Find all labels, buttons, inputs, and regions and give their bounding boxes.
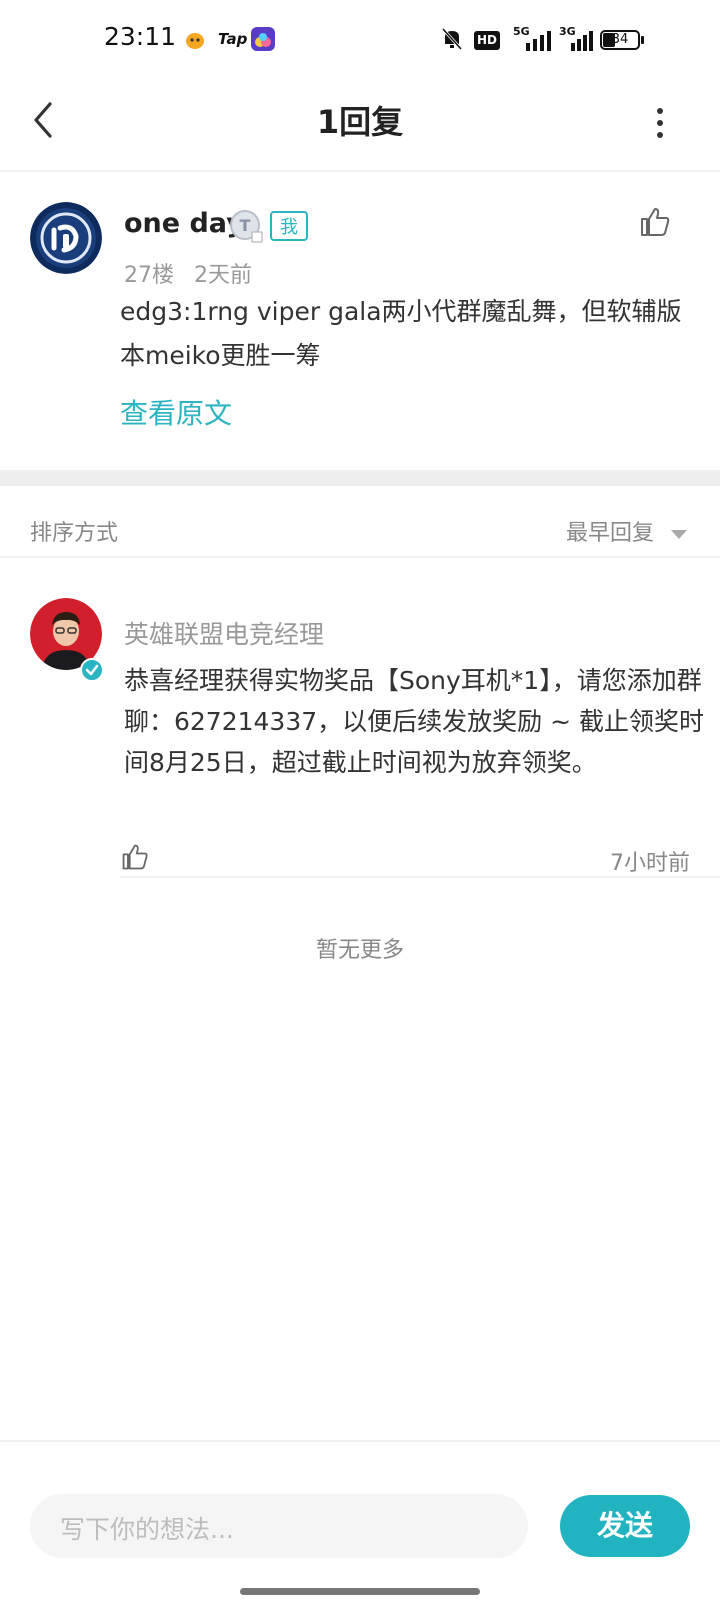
more-vertical-icon xyxy=(657,108,663,138)
hd-icon: HD xyxy=(474,31,500,50)
signal-3g-icon: 3G xyxy=(558,25,593,51)
post-time: 2天前 xyxy=(194,263,252,288)
me-badge: 我 xyxy=(270,211,308,241)
notification-app-icon xyxy=(184,26,206,52)
reply-content: 恭喜经理获得实物奖品【Sony耳机*1】，请您添加群聊：627214337，以便… xyxy=(124,666,704,777)
view-original-link[interactable]: 查看原文 xyxy=(120,392,232,432)
medal-icon: T xyxy=(230,210,264,244)
battery-tip xyxy=(641,36,644,44)
medal-letter: T xyxy=(240,216,251,235)
battery-level: 34 xyxy=(611,32,629,47)
post-author-avatar[interactable] xyxy=(30,202,102,274)
header-divider xyxy=(0,170,720,172)
reply-like-button[interactable] xyxy=(120,842,150,872)
reply-time: 7小时前 xyxy=(610,851,690,876)
home-indicator[interactable] xyxy=(240,1588,480,1595)
post-author-name[interactable]: one day xyxy=(124,208,244,239)
sort-divider xyxy=(0,556,720,558)
battery-icon: 34 xyxy=(600,30,640,50)
sort-label: 排序方式 xyxy=(30,521,119,546)
thumbs-up-icon xyxy=(641,208,670,236)
no-more-text: 暂无更多 xyxy=(315,938,404,963)
page-title: 1回复 xyxy=(316,103,404,141)
status-time: 23:11 xyxy=(104,22,177,51)
mute-bell-icon xyxy=(440,26,464,52)
post-like-button[interactable] xyxy=(638,205,672,239)
section-separator xyxy=(0,470,720,486)
reply-divider xyxy=(120,876,720,878)
caret-down-icon[interactable] xyxy=(670,525,688,539)
more-button[interactable] xyxy=(650,103,670,143)
thumbs-up-icon xyxy=(122,844,148,870)
bottom-bar-divider xyxy=(0,1440,720,1442)
sort-value[interactable]: 最早回复 xyxy=(566,515,654,547)
tap-app-icon: Tap xyxy=(218,30,248,48)
comment-input-placeholder[interactable]: 写下你的想法... xyxy=(60,1510,234,1546)
post-floor: 27楼 xyxy=(124,263,174,288)
signal-5g-icon: 5G xyxy=(510,25,552,51)
post-content: edg3:1rng viper gala两小代群魔乱舞，但软辅版本meiko更胜… xyxy=(120,297,682,370)
reply-author-name[interactable]: 英雄联盟电竞经理 xyxy=(124,615,324,651)
verified-badge-icon xyxy=(80,658,104,682)
send-button[interactable]: 发送 xyxy=(560,1495,690,1557)
game-app-icon xyxy=(250,26,276,52)
